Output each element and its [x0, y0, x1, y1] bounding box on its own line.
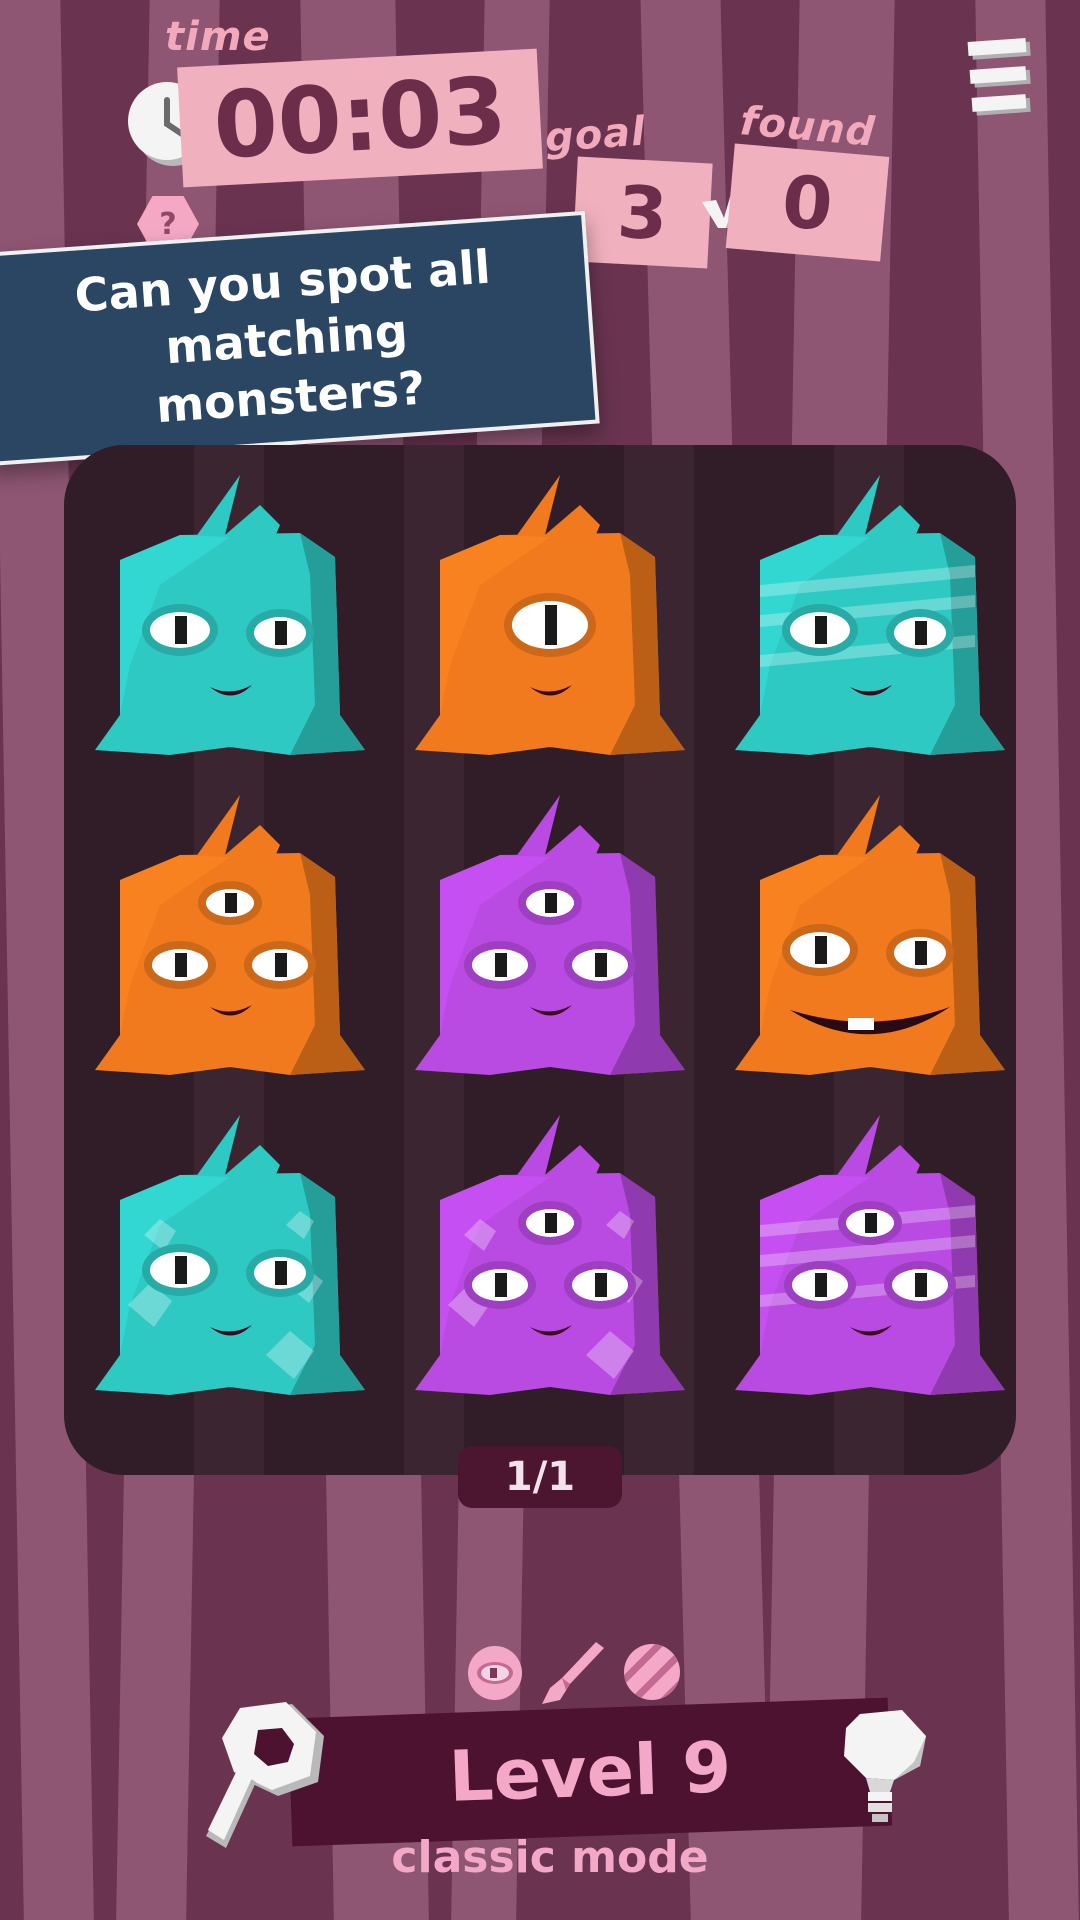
found-count: 0	[725, 143, 890, 262]
level-banner: Level 9	[287, 1697, 893, 1847]
brush-icon[interactable]	[540, 1640, 606, 1710]
monster-card[interactable]	[410, 465, 690, 765]
prompt-banner: Can you spot all matching monsters?	[0, 210, 600, 467]
time-label: time	[165, 14, 271, 60]
game-mode-label: classic mode	[391, 1832, 709, 1883]
striped-pattern-icon[interactable]	[622, 1642, 682, 1706]
level-title: Level 9	[447, 1726, 733, 1818]
timer-display: 00:03	[177, 48, 543, 188]
eye-icon[interactable]	[466, 1644, 524, 1706]
monster-card[interactable]	[410, 785, 690, 1085]
monster-card[interactable]	[730, 465, 1010, 765]
monster-card[interactable]	[90, 785, 370, 1085]
magnifier-icon[interactable]	[206, 1700, 336, 1854]
lightbulb-icon[interactable]	[838, 1708, 928, 1832]
monster-card[interactable]	[730, 785, 1010, 1085]
goal-label: goal	[543, 108, 648, 162]
monster-card[interactable]	[90, 1105, 370, 1405]
prompt-text: Can you spot all matching monsters?	[72, 239, 493, 433]
monster-card[interactable]	[410, 1105, 690, 1405]
page-indicator: 1/1	[458, 1446, 622, 1508]
goal-count: 3	[572, 156, 713, 269]
menu-icon[interactable]	[967, 37, 1032, 114]
monster-card[interactable]	[90, 465, 370, 765]
monster-card[interactable]	[730, 1105, 1010, 1405]
